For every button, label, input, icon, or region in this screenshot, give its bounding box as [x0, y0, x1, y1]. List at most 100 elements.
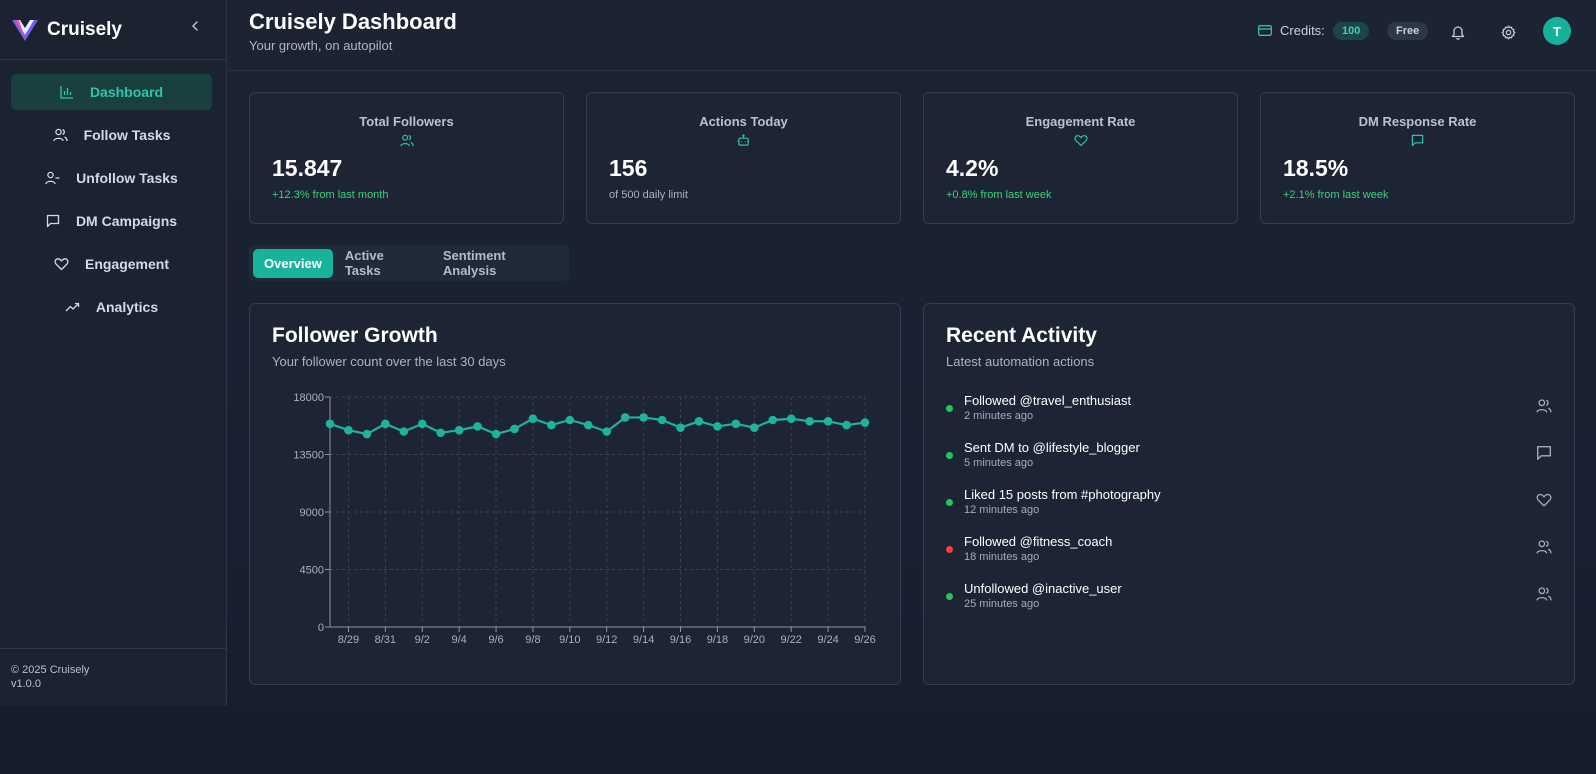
- plan-badge: Free: [1387, 22, 1429, 40]
- users-icon: [52, 128, 68, 142]
- data-point: [583, 420, 593, 430]
- stat-icon-wrapper: [1261, 134, 1574, 148]
- sidebar-item-dm-campaigns[interactable]: DM Campaigns: [11, 203, 212, 239]
- data-point: [454, 425, 464, 435]
- data-point: [694, 416, 704, 426]
- page-subtitle: Your growth, on autopilot: [249, 38, 393, 53]
- stat-title: Actions Today: [699, 114, 788, 129]
- data-point: [436, 428, 445, 438]
- y-tick-label: 4500: [300, 565, 324, 577]
- sidebar-item-label: Unfollow Tasks: [76, 170, 178, 186]
- sidebar-footer: © 2025 Cruisely v1.0.0: [0, 648, 226, 691]
- x-tick-label: 9/22: [780, 634, 801, 646]
- data-point: [620, 413, 630, 422]
- tab-sentiment-analysis[interactable]: Sentiment Analysis: [432, 248, 568, 278]
- data-point: [565, 415, 575, 425]
- brand-name: Cruisely: [47, 18, 122, 40]
- users-icon: [1536, 540, 1552, 554]
- status-dot: [946, 452, 953, 459]
- x-tick-label: 9/12: [596, 634, 617, 646]
- collapse-sidebar-button[interactable]: [186, 17, 204, 35]
- data-point: [731, 419, 741, 429]
- data-point: [639, 413, 648, 422]
- sidebar-item-unfollow-tasks[interactable]: Unfollow Tasks: [11, 160, 212, 196]
- list-item: Unfollowed @inactive_user 25 minutes ago: [946, 581, 1552, 628]
- credit-card-icon: [1258, 25, 1272, 36]
- user-avatar[interactable]: T: [1543, 17, 1571, 45]
- activity-time: 2 minutes ago: [964, 410, 1034, 422]
- users-icon: [1536, 587, 1552, 601]
- x-tick-label: 9/14: [633, 634, 654, 646]
- stat-change: +12.3% from last month: [272, 189, 389, 201]
- data-point: [786, 414, 796, 424]
- message-square-icon: [1537, 446, 1551, 460]
- follower-growth-panel: Follower Growth Your follower count over…: [249, 303, 901, 685]
- stat-icon-wrapper: [587, 134, 900, 148]
- stat-value: 15.847: [272, 155, 343, 181]
- copyright-text: © 2025 Cruisely: [11, 664, 90, 676]
- version-text: v1.0.0: [11, 678, 41, 690]
- settings-button[interactable]: [1498, 22, 1518, 42]
- stat-title: DM Response Rate: [1358, 114, 1477, 129]
- data-point: [768, 415, 778, 425]
- recent-activity-panel: Recent Activity Latest automation action…: [923, 303, 1575, 685]
- sidebar-item-label: Dashboard: [89, 84, 164, 100]
- chevron-left-icon: [191, 21, 198, 31]
- stat-value: 4.2%: [946, 155, 999, 181]
- status-dot: [946, 546, 953, 553]
- tab-active-tasks[interactable]: Active Tasks: [334, 248, 431, 278]
- data-point: [602, 427, 612, 436]
- x-tick-label: 9/24: [817, 634, 838, 646]
- status-dot: [946, 499, 953, 506]
- panel-subtitle: Latest automation actions: [946, 354, 1095, 369]
- data-point: [344, 425, 353, 435]
- data-point: [750, 423, 759, 432]
- stat-title: Total Followers: [359, 114, 454, 129]
- activity-title: Followed @fitness_coach: [964, 534, 1113, 549]
- data-point: [417, 419, 427, 429]
- sidebar: Cruisely Dashboard Follow Tasks Unfollow…: [0, 0, 227, 706]
- data-point: [657, 415, 667, 425]
- stat-change: +0.8% from last week: [946, 189, 1052, 201]
- data-point: [713, 422, 722, 431]
- activity-time: 5 minutes ago: [964, 457, 1034, 469]
- x-tick-label: 9/18: [707, 634, 728, 646]
- x-tick-label: 9/16: [670, 634, 691, 646]
- users-icon: [399, 134, 414, 147]
- gear-icon: [1501, 25, 1515, 39]
- heart-icon: [1536, 493, 1552, 507]
- sidebar-item-analytics[interactable]: Analytics: [11, 289, 212, 325]
- stat-card-dm-response-rate: DM Response Rate 18.5% +2.1% from last w…: [1260, 92, 1575, 224]
- brand: Cruisely: [0, 0, 226, 60]
- data-point: [362, 429, 372, 439]
- data-point: [381, 419, 390, 429]
- trending-up-icon: [65, 302, 80, 312]
- activity-list: Followed @travel_enthusiast 2 minutes ag…: [946, 393, 1552, 628]
- activity-title: Followed @travel_enthusiast: [964, 393, 1132, 408]
- data-point: [842, 420, 851, 430]
- sidebar-item-label: DM Campaigns: [75, 213, 178, 229]
- list-item: Liked 15 posts from #photography 12 minu…: [946, 487, 1552, 534]
- top-header: Cruisely Dashboard Your growth, on autop…: [228, 0, 1596, 71]
- x-tick-label: 9/26: [854, 634, 875, 646]
- sidebar-item-label: Engagement: [84, 256, 169, 272]
- status-dot: [946, 593, 953, 600]
- y-tick-label: 18000: [293, 392, 324, 404]
- tab-overview[interactable]: Overview: [253, 248, 333, 278]
- status-dot: [946, 405, 953, 412]
- notifications-button[interactable]: [1448, 22, 1468, 42]
- x-tick-label: 9/10: [559, 634, 580, 646]
- bell-icon: [1451, 25, 1465, 40]
- data-point: [399, 427, 409, 436]
- x-tick-label: 9/4: [451, 634, 466, 646]
- sidebar-nav: Dashboard Follow Tasks Unfollow Tasks DM…: [0, 60, 226, 325]
- page-title: Cruisely Dashboard: [249, 9, 457, 34]
- x-tick-label: 9/2: [415, 634, 430, 646]
- sidebar-item-engagement[interactable]: Engagement: [11, 246, 212, 282]
- activity-title: Unfollowed @inactive_user: [964, 581, 1122, 596]
- panel-title: Recent Activity: [946, 324, 1097, 347]
- sidebar-item-follow-tasks[interactable]: Follow Tasks: [11, 117, 212, 153]
- sidebar-item-label: Analytics: [95, 299, 159, 315]
- sidebar-item-dashboard[interactable]: Dashboard: [11, 74, 212, 110]
- header-actions: Credits: 100 Free T: [1236, 0, 1596, 63]
